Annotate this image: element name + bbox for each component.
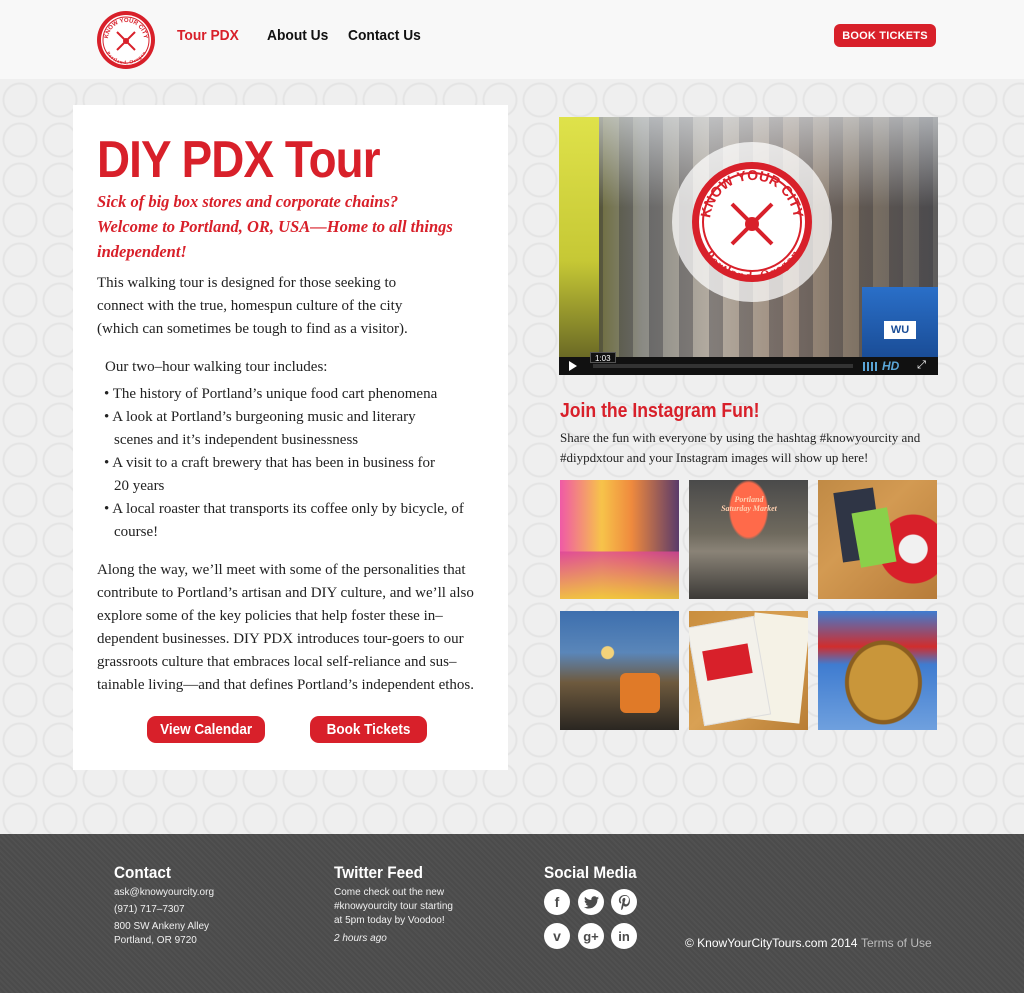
fullscreen-icon[interactable]: ⤢	[916, 360, 927, 371]
nav-about-us[interactable]: About Us	[267, 27, 328, 44]
instagram-heading: Join the Instagram Fun!	[560, 400, 760, 422]
nav-tour-pdx[interactable]: Tour PDX	[177, 27, 239, 44]
contact-phone[interactable]: (971) 717–7307	[114, 903, 185, 917]
contact-heading: Contact	[114, 863, 171, 882]
page-subtitle: Sick of big box stores and corporate cha…	[97, 192, 453, 261]
instagram-photo-lion-statue[interactable]	[818, 611, 937, 730]
tour-video-player[interactable]: WU KNOW YOUR CITY Portland, Oregon HD ⤢	[559, 117, 938, 375]
social-heading: Social Media	[544, 863, 637, 882]
book-tickets-button[interactable]: Book Tickets	[310, 716, 427, 743]
vendor-sign: WU	[862, 287, 938, 357]
instagram-description: Share the fun with everyone by using the…	[560, 430, 921, 465]
vimeo-icon[interactable]: v	[544, 923, 570, 949]
play-icon[interactable]	[569, 361, 577, 371]
instagram-photo-saturday-market[interactable]: Portland Saturday Market	[689, 480, 808, 599]
hd-toggle[interactable]: HD	[882, 359, 899, 373]
list-item: • The history of Portland’s unique food …	[104, 386, 438, 402]
includes-heading: Our two–hour walking tour includes:	[105, 359, 328, 375]
site-header: KNOW YOUR CITY Portland, Oregon Tour PDX…	[0, 0, 1024, 79]
tour-includes-list: • The history of Portland’s unique food …	[104, 383, 484, 544]
terms-of-use-link[interactable]: Terms of Use	[861, 936, 932, 950]
tour-info-card: DIY PDX Tour Sick of big box stores and …	[73, 105, 508, 770]
video-controls: HD ⤢	[559, 357, 938, 375]
intro-paragraph: This walking tour is designed for those …	[97, 275, 408, 337]
tweet-line[interactable]: #knowyourcity tour starting	[334, 900, 453, 914]
page-title: DIY PDX Tour	[97, 131, 381, 189]
instagram-photo-postcards[interactable]	[818, 480, 937, 599]
contact-address-line-1: 800 SW Ankeny Alley	[114, 921, 210, 932]
video-timestamp: 1:03	[590, 352, 616, 363]
volume-icon[interactable]	[863, 362, 879, 371]
list-item: • A look at Portland’s burgeoning music …	[104, 409, 416, 448]
copyright-text: © KnowYourCityTours.com 2014	[685, 936, 858, 950]
list-item: • A local roaster that transports its co…	[104, 501, 464, 540]
market-sign: Portland Saturday Market	[721, 495, 777, 513]
instagram-photo-pedicab[interactable]	[560, 611, 679, 730]
linkedin-icon[interactable]: in	[611, 923, 637, 949]
twitter-icon[interactable]	[578, 889, 604, 915]
facebook-icon[interactable]: f	[544, 889, 570, 915]
nav-contact-us[interactable]: Contact Us	[348, 27, 421, 44]
tweet-line: Come check out the new	[334, 887, 445, 898]
view-calendar-button[interactable]: View Calendar	[147, 716, 265, 743]
video-progress-bar[interactable]	[593, 364, 853, 368]
contact-address-line-2: Portland, OR 9720	[114, 935, 197, 946]
tweet-line: at 5pm today by Voodoo!	[334, 915, 445, 926]
twitter-heading: Twitter Feed	[334, 863, 423, 882]
instagram-photo-food-cart[interactable]	[560, 480, 679, 599]
list-item: • A visit to a craft brewery that has be…	[104, 455, 436, 494]
contact-email[interactable]: ask@knowyourcity.org	[114, 886, 214, 900]
tweet-time: 2 hours ago	[334, 933, 387, 944]
know-your-city-badge: KNOW YOUR CITY Portland, Oregon	[672, 142, 832, 302]
google-plus-icon[interactable]: g+	[578, 923, 604, 949]
site-footer: Contact ask@knowyourcity.org (971) 717–7…	[0, 834, 1024, 993]
pinterest-icon[interactable]	[611, 889, 637, 915]
instagram-photo-postcard-envelope[interactable]	[689, 611, 808, 730]
food-cart	[559, 117, 599, 357]
header-book-tickets-button[interactable]: BOOK TICKETS	[834, 24, 936, 47]
closing-paragraph: Along the way, we’ll meet with some of t…	[97, 562, 474, 693]
know-your-city-logo[interactable]: KNOW YOUR CITY Portland, Oregon	[96, 10, 156, 70]
